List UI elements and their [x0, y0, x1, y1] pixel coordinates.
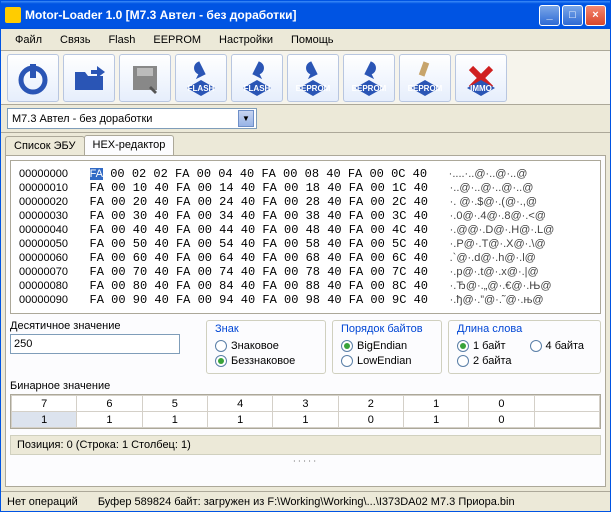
- radio-unsigned[interactable]: [215, 355, 227, 367]
- radio-lowendian[interactable]: [341, 355, 353, 367]
- sign-title: Знак: [215, 323, 317, 335]
- radio-bigendian[interactable]: [341, 340, 353, 352]
- status-buffer: Буфер 589824 байт: загружен из F:\Workin…: [98, 496, 515, 508]
- ecu-combo-value: M7.3 Автел - без доработки: [10, 113, 238, 125]
- radio-1byte[interactable]: [457, 340, 469, 352]
- resize-grip[interactable]: ∙∙∙∙∙: [10, 457, 601, 465]
- svg-text:IMMO: IMMO: [470, 84, 492, 93]
- radio-signed[interactable]: [215, 340, 227, 352]
- binary-table[interactable]: 7654321011111010: [10, 394, 601, 429]
- svg-text:EEPROM: EEPROM: [408, 84, 443, 93]
- flash-read-button[interactable]: FLASH: [175, 54, 227, 102]
- binary-label: Бинарное значение: [10, 380, 601, 392]
- svg-text:EEPROM: EEPROM: [352, 84, 387, 93]
- tab-ecu-list[interactable]: Список ЭБУ: [5, 136, 85, 155]
- toolbar: FLASH FLASH EEPROM EEPROM EEPROM IMMO: [1, 51, 610, 105]
- word-title: Длина слова: [457, 323, 592, 335]
- eeprom-read-button[interactable]: EEPROM: [287, 54, 339, 102]
- menu-bar: Файл Связь Flash EEPROM Настройки Помощь: [1, 29, 610, 51]
- immo-off-button[interactable]: IMMO: [455, 54, 507, 102]
- menu-flash[interactable]: Flash: [100, 32, 143, 48]
- window-title: Motor-Loader 1.0 [M7.3 Автел - без дораб…: [25, 8, 539, 22]
- chevron-down-icon[interactable]: ▼: [238, 110, 254, 127]
- order-title: Порядок байтов: [341, 323, 433, 335]
- titlebar: Motor-Loader 1.0 [M7.3 Автел - без дораб…: [1, 1, 610, 29]
- menu-link[interactable]: Связь: [52, 32, 98, 48]
- decimal-label: Десятичное значение: [10, 320, 200, 332]
- radio-2byte[interactable]: [457, 355, 469, 367]
- status-bar: Нет операций Буфер 589824 байт: загружен…: [1, 491, 610, 511]
- minimize-button[interactable]: _: [539, 5, 560, 26]
- eeprom-write-button[interactable]: EEPROM: [343, 54, 395, 102]
- flash-write-button[interactable]: FLASH: [231, 54, 283, 102]
- menu-eeprom[interactable]: EEPROM: [145, 32, 209, 48]
- save-button[interactable]: [119, 54, 171, 102]
- svg-text:FLASH: FLASH: [244, 84, 271, 93]
- svg-text:EEPROM: EEPROM: [296, 84, 331, 93]
- maximize-button[interactable]: □: [562, 5, 583, 26]
- radio-4byte[interactable]: [530, 340, 542, 352]
- ecu-select-bar: M7.3 Автел - без доработки ▼: [1, 105, 610, 133]
- eeprom-erase-button[interactable]: EEPROM: [399, 54, 451, 102]
- menu-file[interactable]: Файл: [7, 32, 50, 48]
- tab-hex-editor[interactable]: HEX-редактор: [84, 135, 175, 155]
- hex-editor-page: 00000000 FA 00 02 02 FA 00 04 40 FA 00 0…: [5, 155, 606, 487]
- close-button[interactable]: ×: [585, 5, 606, 26]
- menu-help[interactable]: Помощь: [283, 32, 342, 48]
- status-op: Нет операций: [7, 496, 78, 508]
- ecu-combo[interactable]: M7.3 Автел - без доработки ▼: [7, 108, 257, 129]
- tab-strip: Список ЭБУ HEX-редактор: [1, 133, 610, 155]
- decimal-input[interactable]: [10, 334, 180, 354]
- open-button[interactable]: [63, 54, 115, 102]
- power-button[interactable]: [7, 54, 59, 102]
- position-bar: Позиция: 0 (Строка: 1 Столбец: 1): [10, 435, 601, 455]
- app-icon: [5, 7, 21, 23]
- hex-view[interactable]: 00000000 FA 00 02 02 FA 00 04 40 FA 00 0…: [10, 160, 601, 314]
- svg-text:FLASH: FLASH: [188, 84, 215, 93]
- menu-settings[interactable]: Настройки: [211, 32, 281, 48]
